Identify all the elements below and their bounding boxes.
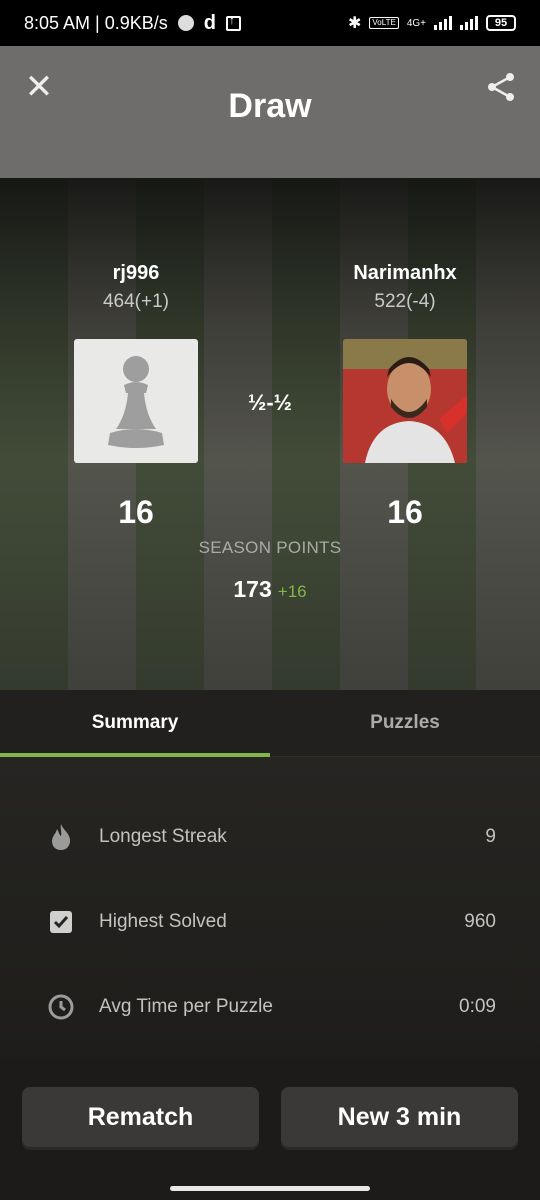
stat-value: 0:09 <box>459 996 496 1017</box>
status-bar: 8:05 AM | 0.9KB/s d ✱ VoLTE 4G+ 95 <box>0 0 540 46</box>
player-rating: 522(-4) <box>374 291 436 312</box>
result-header: ✕ Draw <box>0 46 540 178</box>
battery-icon: 95 <box>486 15 516 31</box>
gesture-nav-handle[interactable] <box>170 1186 370 1191</box>
stat-value: 960 <box>464 911 496 932</box>
player-name: Narimanhx <box>353 262 457 284</box>
tab-bar: Summary Puzzles <box>0 690 540 757</box>
status-left: 8:05 AM | 0.9KB/s d <box>24 12 348 35</box>
signal-icon <box>434 16 452 30</box>
game-score: ½-½ <box>247 390 293 415</box>
avatar[interactable] <box>74 339 198 463</box>
share-icon[interactable] <box>484 70 518 104</box>
stat-label: Longest Streak <box>99 826 227 847</box>
player-left: rj996 464(+1) <box>36 262 236 463</box>
summary-stats: Longest Streak 9 Highest Solved 960 Avg … <box>0 757 540 1057</box>
season-delta: +16 <box>277 582 307 601</box>
signal-icon-2 <box>460 16 478 30</box>
season-total: 173 +16 <box>0 576 540 603</box>
stat-row-avg-time: Avg Time per Puzzle 0:09 <box>0 977 540 1037</box>
status-right: ✱ VoLTE 4G+ 95 <box>348 13 516 33</box>
pawn-icon <box>108 356 164 448</box>
stat-row-streak: Longest Streak 9 <box>0 807 540 867</box>
status-time: 8:05 AM | 0.9KB/s <box>24 12 168 33</box>
player-rating: 464(+1) <box>102 291 170 312</box>
season-total-value: 173 <box>233 576 272 602</box>
stat-label: Avg Time per Puzzle <box>99 996 273 1017</box>
season-points-label: SEASON POINTS <box>198 538 342 557</box>
bluetooth-icon: ✱ <box>347 15 362 32</box>
stat-row-highest: Highest Solved 960 <box>0 892 540 952</box>
player-right: Narimanhx 522(-4) <box>305 262 505 463</box>
stat-value: 9 <box>485 826 496 847</box>
d-app-icon: d <box>203 11 216 34</box>
clock-icon <box>48 994 74 1020</box>
avatar[interactable] <box>343 339 467 463</box>
season-points-left: 16 <box>118 494 154 530</box>
season-points-right: 16 <box>387 494 423 530</box>
result-title: Draw <box>228 86 312 125</box>
checkbox-icon <box>48 909 74 935</box>
close-icon[interactable]: ✕ <box>22 68 56 106</box>
player-name: rj996 <box>112 262 160 284</box>
tab-puzzles[interactable]: Puzzles <box>270 690 540 756</box>
rematch-button[interactable]: Rematch <box>22 1087 259 1147</box>
flame-icon <box>48 824 74 850</box>
network-type: 4G+ <box>406 17 426 29</box>
notification-dot-icon <box>177 15 194 31</box>
new-game-button[interactable]: New 3 min <box>281 1087 518 1147</box>
avatar-photo <box>343 339 467 463</box>
volte-badge: VoLTE <box>369 17 399 29</box>
tab-summary[interactable]: Summary <box>0 690 270 757</box>
stat-label: Highest Solved <box>99 911 227 932</box>
upload-icon <box>225 13 241 31</box>
